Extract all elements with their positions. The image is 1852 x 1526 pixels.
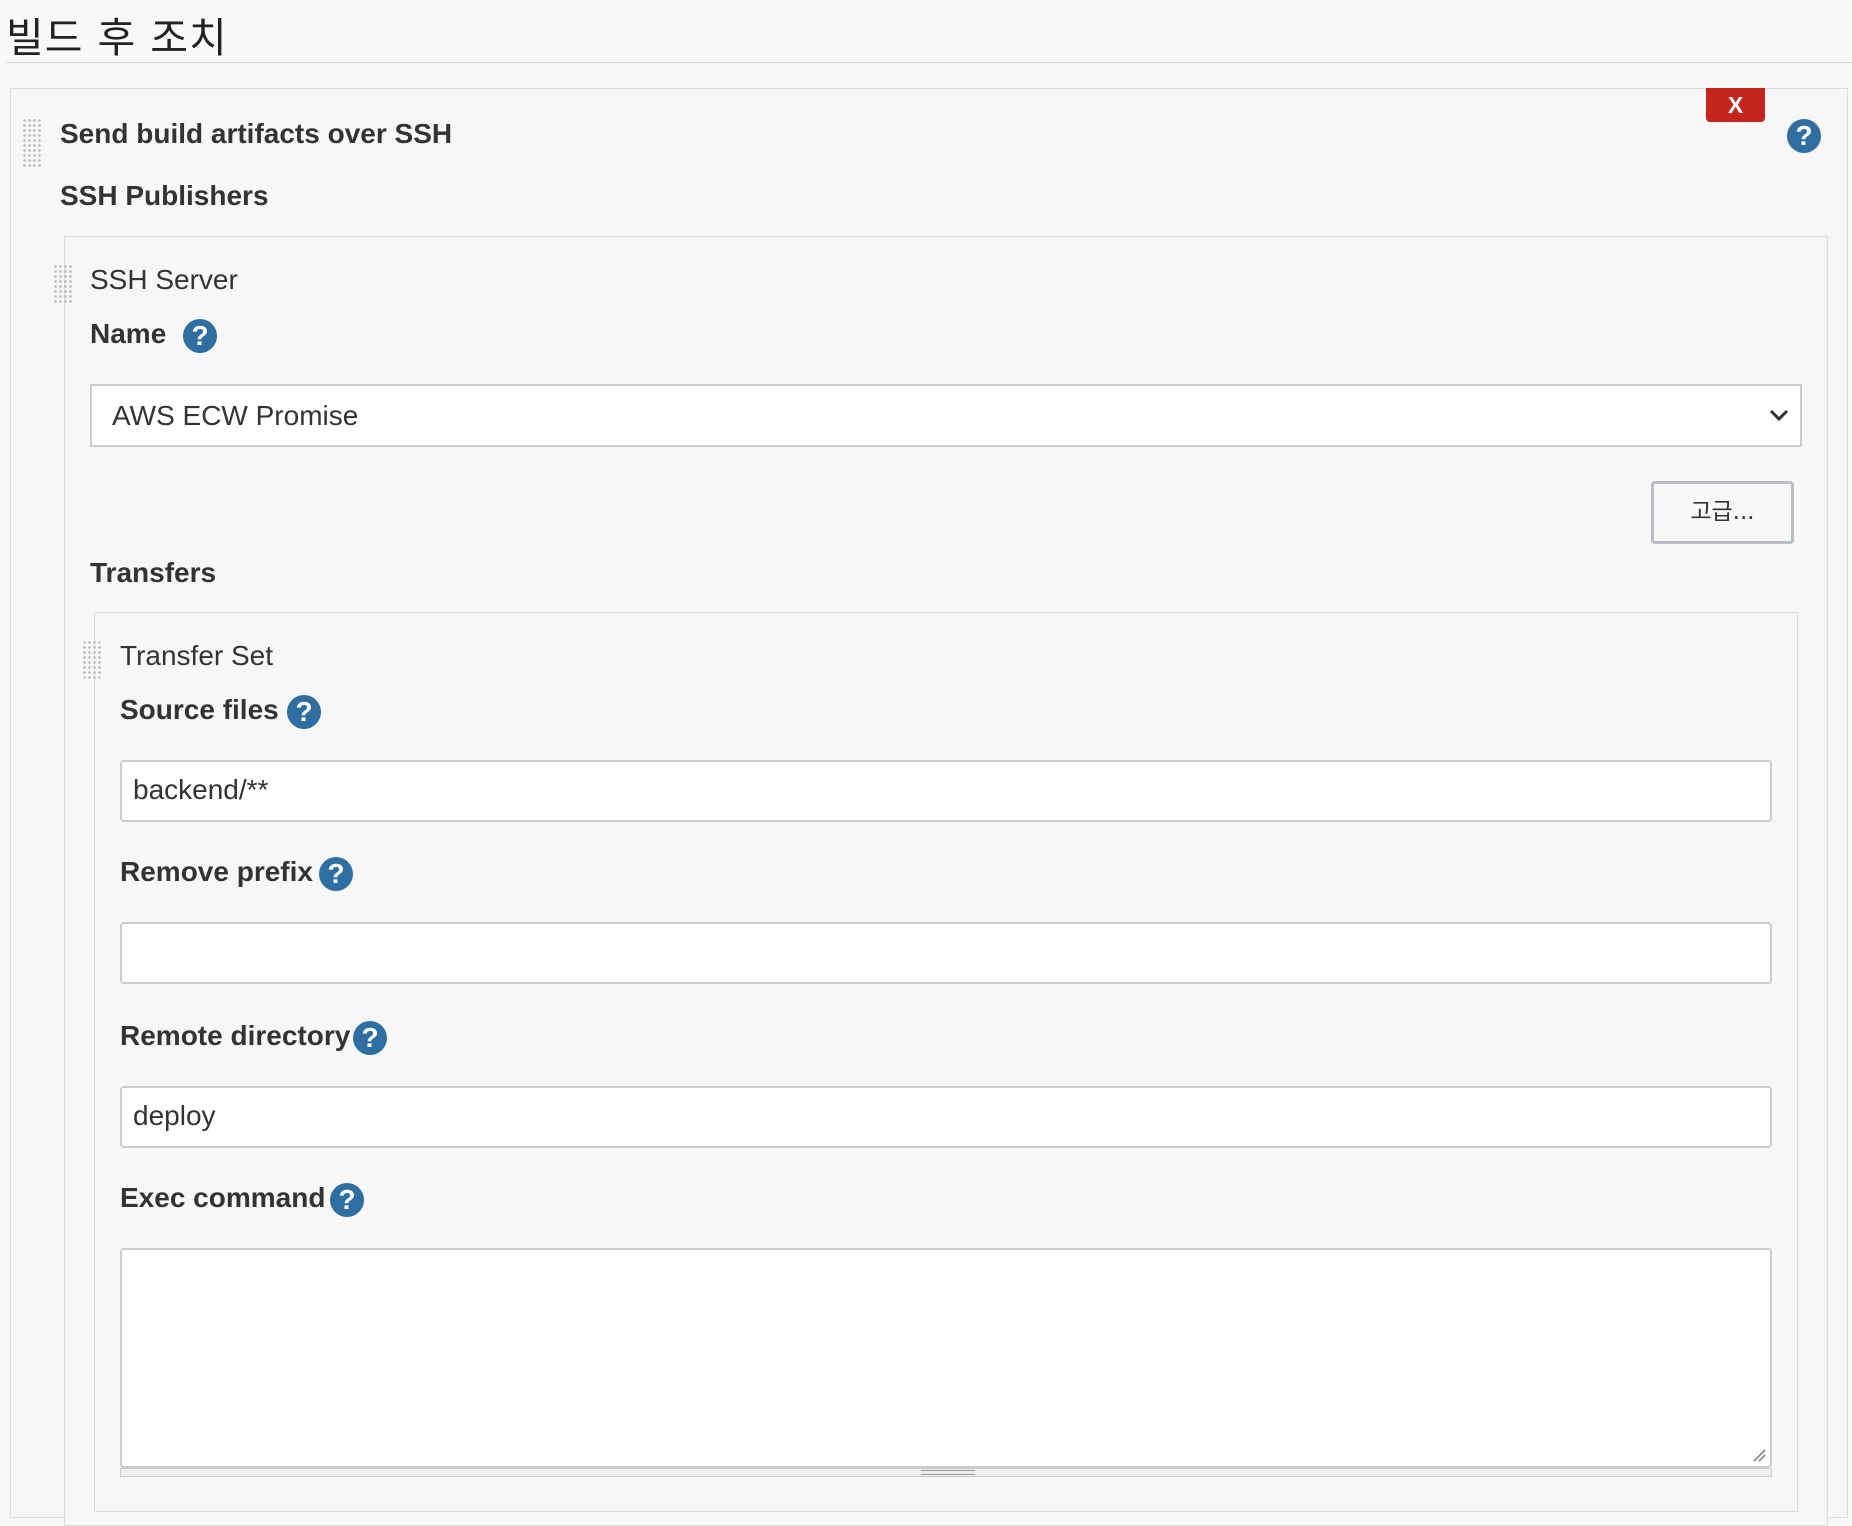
- exec-command-label: Exec command: [120, 1182, 326, 1213]
- server-name-label: Name: [90, 318, 167, 349]
- server-drag-handle-icon[interactable]: [53, 264, 73, 304]
- transfer-set-drag-handle-icon[interactable]: [82, 640, 102, 680]
- source-files-value: backend/**: [133, 774, 269, 805]
- remote-directory-help-icon[interactable]: ?: [353, 1021, 387, 1055]
- plugin-title: Send build artifacts over SSH: [60, 118, 453, 149]
- plugin-help-icon[interactable]: ?: [1787, 119, 1821, 153]
- chevron-down-icon: [1769, 409, 1789, 422]
- ssh-publishers-label: SSH Publishers: [60, 180, 269, 211]
- ssh-server-heading: SSH Server: [90, 264, 238, 295]
- splitter-grip-icon: [921, 1470, 975, 1475]
- transfers-label: Transfers: [90, 557, 217, 588]
- remote-directory-input[interactable]: deploy: [120, 1086, 1772, 1148]
- server-name-select[interactable]: AWS ECW Promise: [90, 384, 1802, 447]
- plugin-drag-handle-icon[interactable]: [22, 118, 42, 168]
- remove-prefix-help-icon[interactable]: ?: [319, 857, 353, 891]
- server-name-selected-value: AWS ECW Promise: [112, 400, 359, 431]
- delete-step-button[interactable]: X: [1706, 88, 1765, 122]
- server-name-help-icon[interactable]: ?: [183, 319, 217, 353]
- resize-handle-icon[interactable]: [1752, 1448, 1766, 1462]
- transfer-set-heading: Transfer Set: [120, 640, 274, 671]
- remote-directory-label: Remote directory: [120, 1020, 351, 1051]
- advanced-button[interactable]: 고급...: [1651, 481, 1794, 544]
- source-files-label: Source files: [120, 694, 279, 725]
- section-divider: [6, 62, 1852, 63]
- remote-directory-value: deploy: [133, 1100, 216, 1131]
- source-files-help-icon[interactable]: ?: [287, 695, 321, 729]
- source-files-input[interactable]: backend/**: [120, 760, 1772, 822]
- remove-prefix-input[interactable]: [120, 922, 1772, 984]
- exec-command-textarea[interactable]: [120, 1248, 1772, 1468]
- remove-prefix-label: Remove prefix: [120, 856, 313, 887]
- section-title: 빌드 후 조치: [6, 14, 228, 62]
- textarea-expand-handle[interactable]: [120, 1468, 1772, 1477]
- exec-command-help-icon[interactable]: ?: [330, 1183, 364, 1217]
